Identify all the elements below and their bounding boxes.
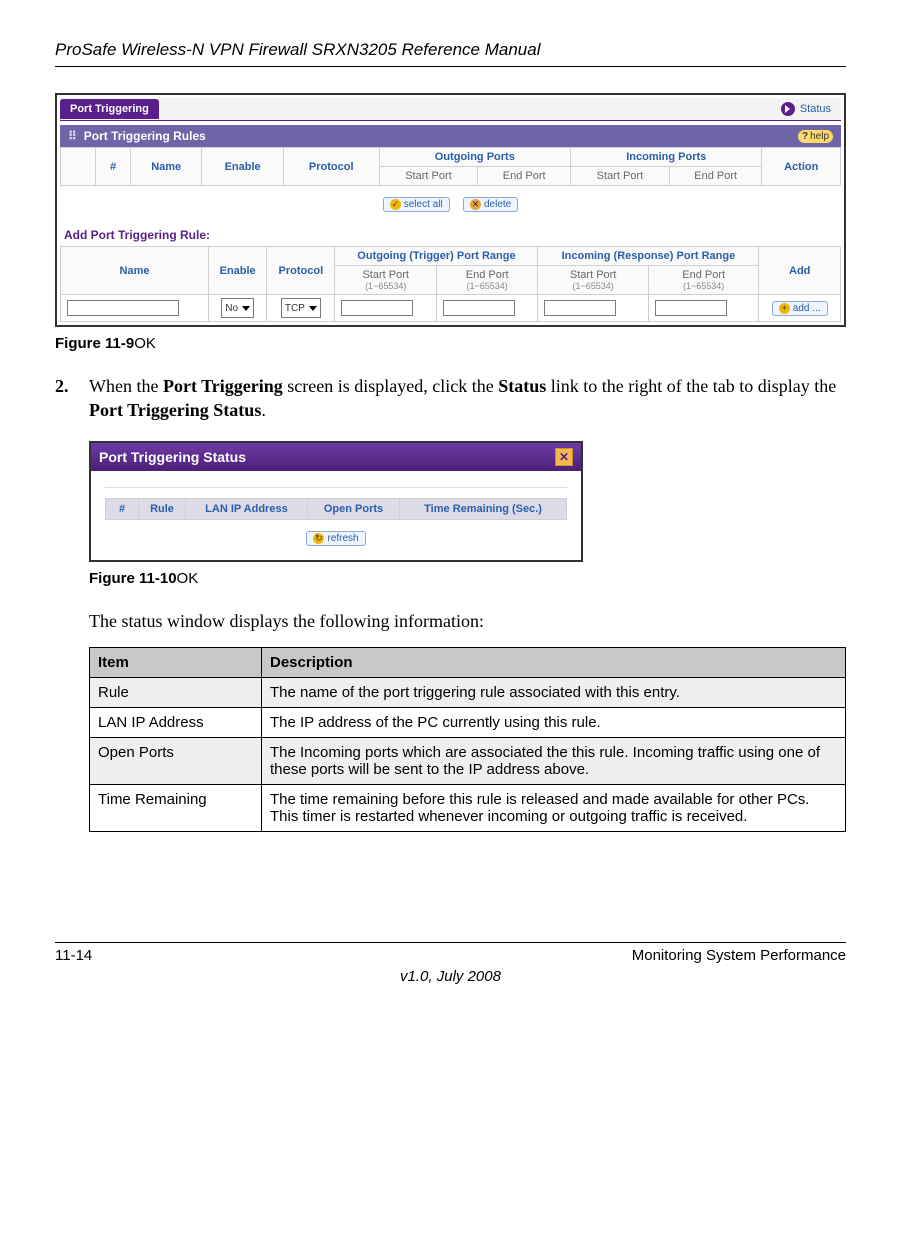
status-link-label: Status bbox=[800, 103, 831, 115]
desc-text: The Incoming ports which are associated … bbox=[262, 737, 846, 784]
col-time: Time Remaining (Sec.) bbox=[400, 498, 567, 519]
add-col-out-end: End Port(1~65534) bbox=[436, 266, 537, 295]
doc-version: v1.0, July 2008 bbox=[55, 968, 846, 985]
select-all-label: select all bbox=[404, 199, 443, 210]
desc-item: LAN IP Address bbox=[90, 707, 262, 737]
figure-11-9-caption: Figure 11-9OK bbox=[55, 335, 846, 352]
col-out-start: Start Port bbox=[379, 167, 478, 186]
add-col-name: Name bbox=[61, 247, 209, 295]
desc-item: Time Remaining bbox=[90, 784, 262, 831]
caret-down-icon bbox=[242, 306, 250, 311]
col-protocol: Protocol bbox=[283, 148, 379, 186]
tab-row: Port Triggering Status bbox=[60, 98, 841, 121]
rules-section-title: Port Triggering Rules bbox=[84, 129, 206, 143]
in-end-input[interactable] bbox=[655, 300, 727, 316]
desc-text: The time remaining before this rule is r… bbox=[262, 784, 846, 831]
desc-head-item: Item bbox=[90, 647, 262, 677]
description-table: Item Description Rule The name of the po… bbox=[89, 647, 846, 832]
figure-11-10-caption: Figure 11-10OK bbox=[89, 570, 846, 587]
rules-button-row: ✓ select all ✕ delete bbox=[60, 186, 841, 220]
add-out-end-cell bbox=[436, 295, 537, 322]
add-out-start-cell bbox=[335, 295, 436, 322]
name-input[interactable] bbox=[67, 300, 179, 316]
divider bbox=[105, 481, 567, 488]
col-blank bbox=[61, 148, 96, 186]
status-intro-text: The status window displays the following… bbox=[89, 609, 846, 633]
col-num: # bbox=[106, 498, 139, 519]
add-name-cell bbox=[61, 295, 209, 322]
step-number: 2. bbox=[55, 374, 75, 423]
page-number: 11-14 bbox=[55, 947, 92, 964]
step-2: 2. When the Port Triggering screen is di… bbox=[55, 374, 846, 423]
select-all-button[interactable]: ✓ select all bbox=[383, 197, 450, 212]
col-name: Name bbox=[131, 148, 202, 186]
add-col-in-range: Incoming (Response) Port Range bbox=[538, 247, 759, 266]
col-enable: Enable bbox=[202, 148, 284, 186]
col-outgoing: Outgoing Ports bbox=[379, 148, 570, 167]
desc-text: The IP address of the PC currently using… bbox=[262, 707, 846, 737]
col-in-start: Start Port bbox=[571, 167, 670, 186]
rules-section-bar: ⠿ Port Triggering Rules help bbox=[60, 125, 841, 147]
col-in-end: End Port bbox=[669, 167, 762, 186]
tab-port-triggering[interactable]: Port Triggering bbox=[60, 99, 159, 119]
status-table: # Rule LAN IP Address Open Ports Time Re… bbox=[105, 498, 567, 520]
delete-label: delete bbox=[484, 199, 511, 210]
status-popup-screenshot: Port Triggering Status ✕ # Rule LAN IP A… bbox=[89, 441, 583, 562]
rules-table: # Name Enable Protocol Outgoing Ports In… bbox=[60, 147, 841, 186]
desc-item: Rule bbox=[90, 677, 262, 707]
refresh-label: refresh bbox=[327, 533, 358, 544]
out-end-input[interactable] bbox=[443, 300, 515, 316]
col-rule: Rule bbox=[139, 498, 186, 519]
popup-title-bar: Port Triggering Status ✕ bbox=[91, 443, 581, 471]
add-col-in-start: Start Port(1~65534) bbox=[538, 266, 649, 295]
col-num: # bbox=[96, 148, 131, 186]
page-footer: 11-14 Monitoring System Performance v1.0… bbox=[55, 942, 846, 985]
refresh-button[interactable]: ↻ refresh bbox=[306, 531, 365, 546]
popup-title: Port Triggering Status bbox=[99, 449, 246, 465]
add-rule-table: Name Enable Protocol Outgoing (Trigger) … bbox=[60, 246, 841, 322]
in-start-input[interactable] bbox=[544, 300, 616, 316]
plus-icon: + bbox=[779, 303, 790, 314]
add-in-start-cell bbox=[538, 295, 649, 322]
add-button[interactable]: + add ... bbox=[772, 301, 828, 316]
col-incoming: Incoming Ports bbox=[571, 148, 762, 167]
add-col-out-start: Start Port(1~65534) bbox=[335, 266, 436, 295]
add-enable-cell: No bbox=[209, 295, 267, 322]
col-action: Action bbox=[762, 148, 841, 186]
out-start-input[interactable] bbox=[341, 300, 413, 316]
x-icon: ✕ bbox=[470, 199, 481, 210]
step-text: When the Port Triggering screen is displ… bbox=[89, 374, 846, 423]
protocol-select[interactable]: TCP bbox=[281, 298, 321, 318]
refresh-icon: ↻ bbox=[313, 533, 324, 544]
add-col-protocol: Protocol bbox=[267, 247, 335, 295]
arrow-right-icon bbox=[781, 102, 795, 116]
add-button-label: add ... bbox=[793, 303, 821, 314]
caret-down-icon bbox=[309, 306, 317, 311]
refresh-row: ↻ refresh bbox=[105, 520, 567, 546]
port-triggering-screenshot: Port Triggering Status ⠿ Port Triggering… bbox=[55, 93, 846, 327]
desc-text: The name of the port triggering rule ass… bbox=[262, 677, 846, 707]
delete-button[interactable]: ✕ delete bbox=[463, 197, 518, 212]
col-ip: LAN IP Address bbox=[186, 498, 308, 519]
check-icon: ✓ bbox=[390, 199, 401, 210]
add-col-enable: Enable bbox=[209, 247, 267, 295]
col-ports: Open Ports bbox=[307, 498, 399, 519]
add-proto-cell: TCP bbox=[267, 295, 335, 322]
col-out-end: End Port bbox=[478, 167, 571, 186]
status-link[interactable]: Status bbox=[781, 102, 841, 116]
add-rule-title: Add Port Triggering Rule: bbox=[60, 220, 841, 246]
close-button[interactable]: ✕ bbox=[555, 448, 573, 466]
add-col-out-range: Outgoing (Trigger) Port Range bbox=[335, 247, 538, 266]
add-btn-cell: + add ... bbox=[759, 295, 841, 322]
help-button[interactable]: help bbox=[798, 130, 833, 143]
doc-header-title: ProSafe Wireless-N VPN Firewall SRXN3205… bbox=[55, 40, 846, 67]
section-name: Monitoring System Performance bbox=[632, 947, 846, 964]
add-col-add: Add bbox=[759, 247, 841, 295]
desc-item: Open Ports bbox=[90, 737, 262, 784]
desc-head-desc: Description bbox=[262, 647, 846, 677]
grip-icon: ⠿ bbox=[68, 129, 78, 143]
add-col-in-end: End Port(1~65534) bbox=[648, 266, 759, 295]
add-in-end-cell bbox=[648, 295, 759, 322]
enable-select[interactable]: No bbox=[221, 298, 254, 318]
